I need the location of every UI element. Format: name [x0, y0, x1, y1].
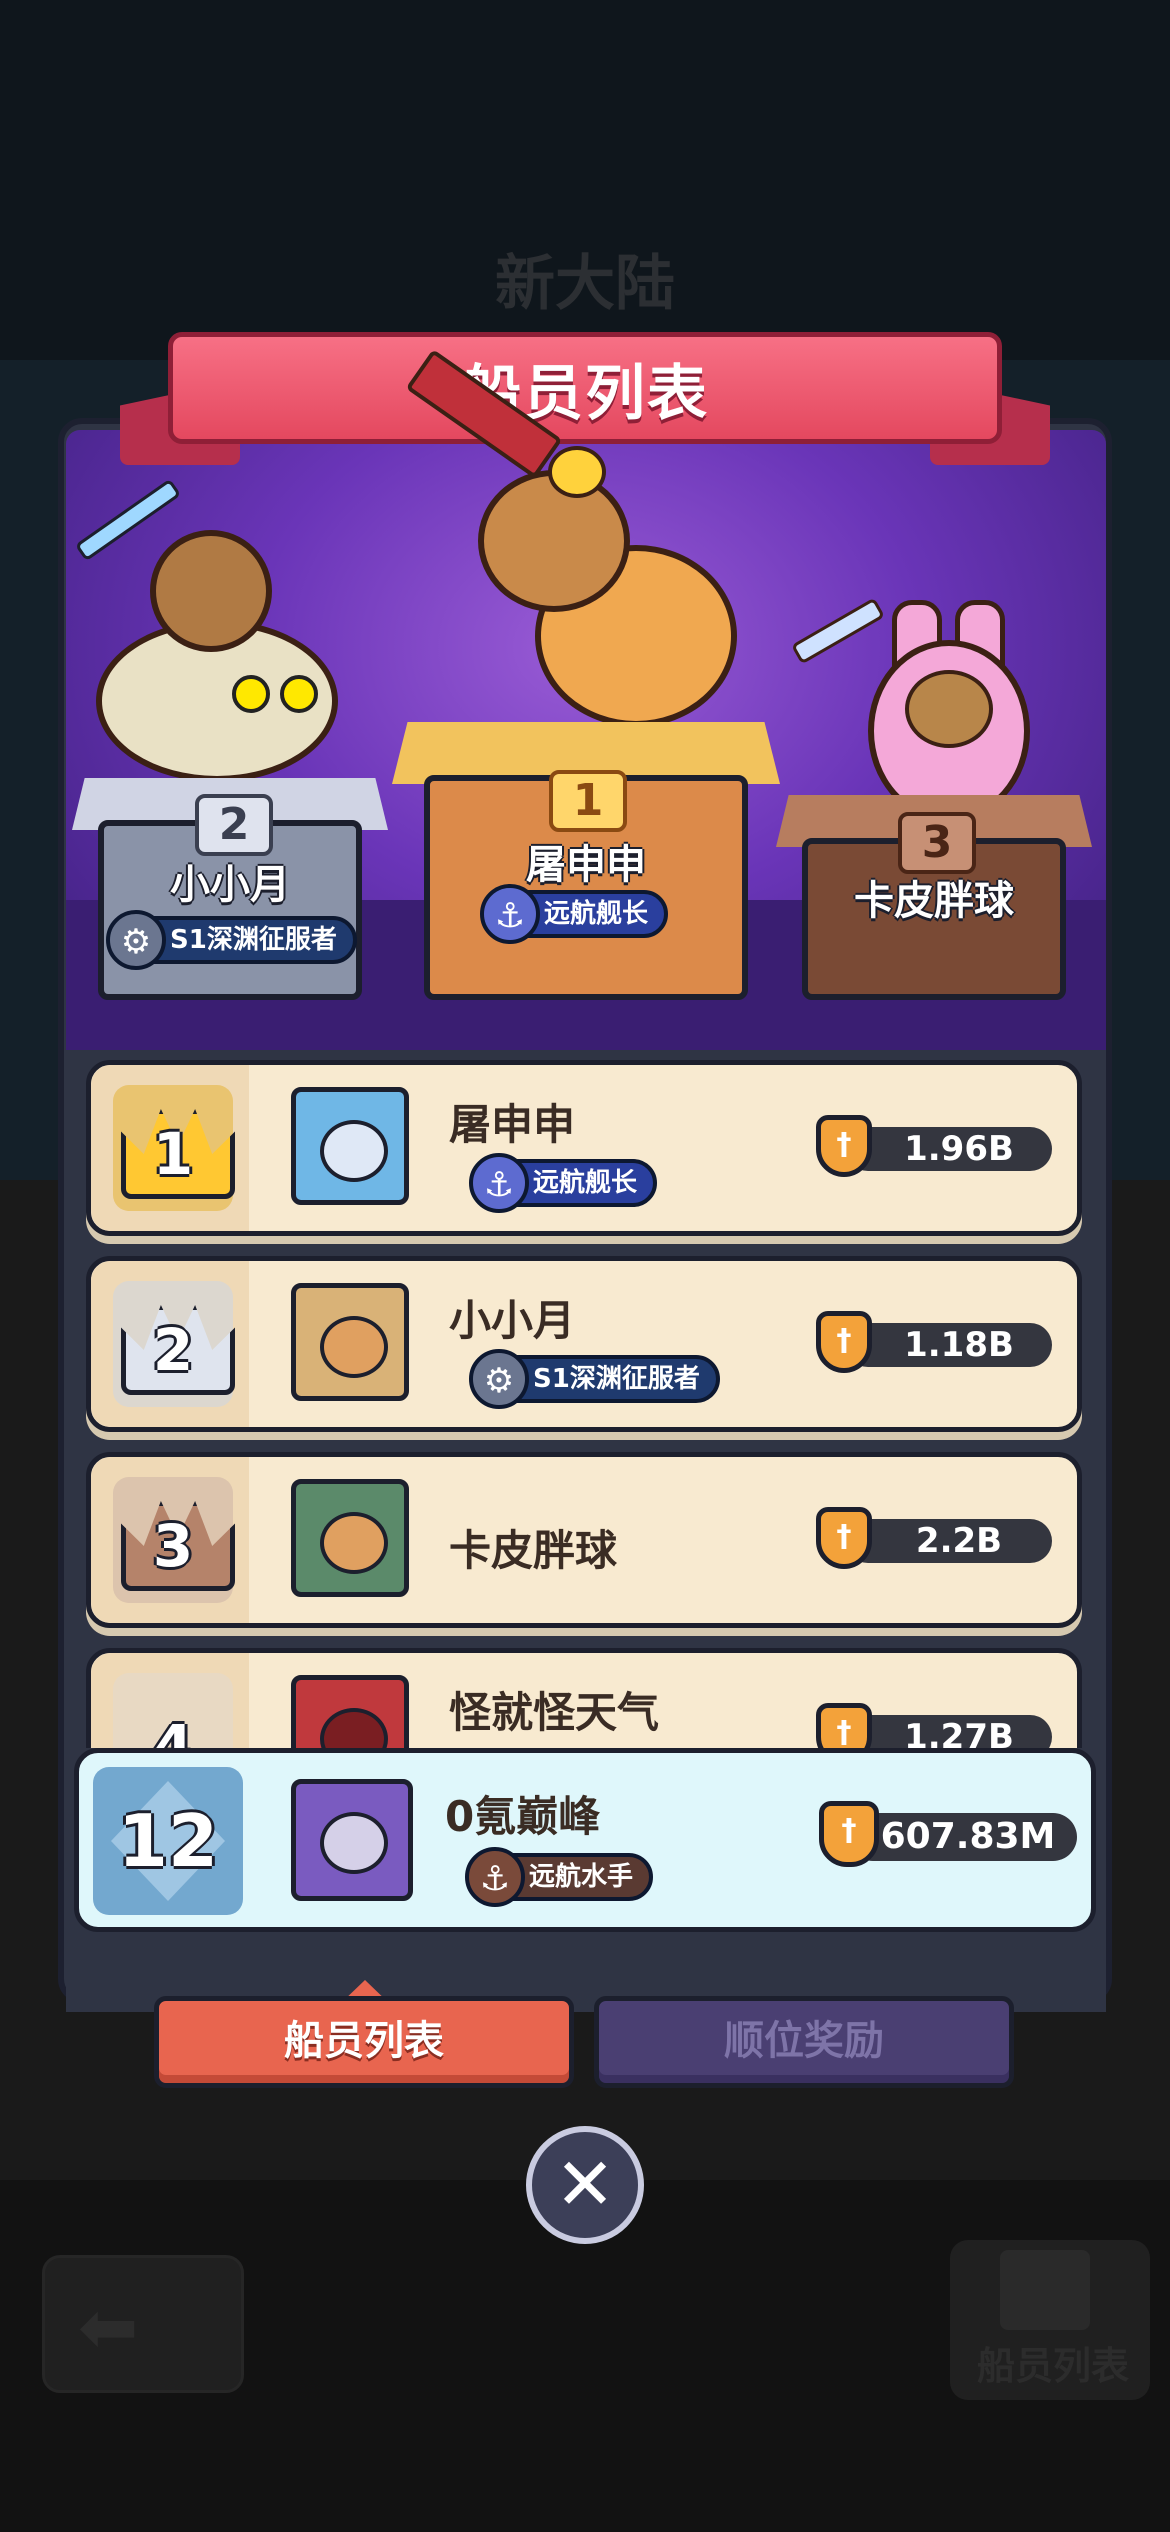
anchor-icon: ⚓ [469, 1153, 529, 1213]
avatar[interactable] [291, 1087, 409, 1205]
player-name: 怪就怪天气 [449, 1688, 660, 1737]
mount-eye [232, 675, 270, 713]
tab-crew-list[interactable]: 船员列表 [154, 1996, 574, 2088]
power-value: 2.2B [915, 1521, 1003, 1561]
sword-shield-icon: † [816, 1507, 872, 1569]
self-title: 远航水手 [529, 1862, 634, 1892]
rank-badge: 4 [113, 1673, 233, 1748]
rank-badge: 3 [113, 1477, 235, 1603]
avatar[interactable] [291, 1479, 409, 1597]
rank-number: 3 [152, 1512, 194, 1580]
background-back-button [42, 2255, 244, 2393]
avatar-face [320, 1316, 388, 1378]
table-row[interactable]: 1 屠申申 ⚓ 远航舰长 1.96B † [86, 1060, 1082, 1236]
player-title-badge: ⚙ S1深渊征服者 [469, 1349, 720, 1409]
rank-badge: 2 [113, 1281, 235, 1407]
podium-rank-1: 1 [549, 770, 627, 832]
avatar-face [320, 1812, 388, 1874]
chick-companion [548, 446, 606, 498]
podium-rank-2: 2 [195, 794, 273, 856]
abyss-emblem-icon: ⚙ [106, 910, 166, 970]
close-icon: ✕ [554, 2142, 616, 2226]
power-value: 1.96B [904, 1129, 1014, 1169]
power-display: 2.2B † [816, 1507, 1056, 1569]
podium-title-2: S1深渊征服者 [170, 925, 337, 955]
avatar-face [320, 1708, 388, 1748]
capybara-rider-2 [150, 530, 272, 652]
self-rank-number: 12 [117, 1799, 219, 1883]
rank-badge: 1 [113, 1085, 235, 1211]
tab-rank-rewards[interactable]: 顺位奖励 [594, 1996, 1014, 2088]
player-title-badge: ⚓ 远航舰长 [469, 1153, 658, 1213]
player-name: 小小月 [449, 1296, 576, 1345]
avatar[interactable] [291, 1675, 409, 1748]
rank-number: 2 [152, 1316, 194, 1384]
self-name: 0氪巅峰 [445, 1792, 601, 1841]
power-value: 1.27B [904, 1717, 1014, 1748]
avatar-face [320, 1512, 388, 1574]
anchor-icon: ⚓ [465, 1847, 525, 1907]
power-display: 1.18B † [816, 1311, 1056, 1373]
mount-eye [280, 675, 318, 713]
capybara-rider-1 [478, 470, 630, 612]
power-value: 1.18B [904, 1325, 1014, 1365]
sword-shield-icon: † [816, 1115, 872, 1177]
podium-title-1: 远航舰长 [544, 899, 649, 929]
power-display: 1.96B † [816, 1115, 1056, 1177]
back-arrow-icon: ⬅ [78, 2285, 139, 2369]
crew-book-icon [1000, 2250, 1090, 2330]
rank-number: 1 [152, 1120, 194, 1188]
self-power-display: 607.83M † [819, 1801, 1081, 1867]
player-title: S1深渊征服者 [533, 1364, 700, 1394]
anchor-icon: ⚓ [480, 884, 540, 944]
podium-name-3[interactable]: 卡皮胖球 [802, 868, 1066, 926]
leaderboard-list[interactable]: 1 屠申申 ⚓ 远航舰长 1.96B † 2 小小月 ⚙ S1深渊征服者 1.1… [66, 1048, 1106, 1748]
avatar[interactable] [291, 1283, 409, 1401]
self-rank-row[interactable]: 12 0氪巅峰 ⚓ 远航水手 607.83M † [74, 1748, 1096, 1932]
tab-rank-rewards-label: 顺位奖励 [724, 2018, 884, 2064]
podium-name-1[interactable]: 屠申申 [424, 832, 748, 890]
table-row[interactable]: 2 小小月 ⚙ S1深渊征服者 1.18B † [86, 1256, 1082, 1432]
podium-name-2[interactable]: 小小月 [98, 852, 362, 910]
player-title: 远航舰长 [533, 1168, 638, 1198]
podium-title-badge-2: ⚙ S1深渊征服者 [106, 910, 357, 970]
table-row[interactable]: 3 卡皮胖球 2.2B † [86, 1452, 1082, 1628]
abyss-emblem-icon: ⚙ [469, 1349, 529, 1409]
background-crew-label: 船员列表 [976, 2344, 1129, 2388]
panel-title: 船员列表 [461, 359, 709, 429]
tab-crew-list-label: 船员列表 [284, 2018, 444, 2064]
power-display: 1.27B † [816, 1703, 1056, 1748]
sword-shield-icon: † [819, 1801, 879, 1867]
podium-rank-3: 3 [898, 812, 976, 874]
power-value: 607.83M [880, 1816, 1056, 1857]
close-button[interactable]: ✕ [526, 2126, 644, 2244]
sword-shield-icon: † [816, 1703, 872, 1748]
avatar-face [320, 1120, 388, 1182]
rank-number: 4 [152, 1712, 194, 1748]
avatar[interactable] [291, 1779, 413, 1901]
player-name: 屠申申 [449, 1100, 576, 1149]
background-title: 新大陆 [495, 249, 675, 319]
table-row[interactable]: 4 怪就怪天气 1.27B † [86, 1648, 1082, 1748]
sword-shield-icon: † [816, 1311, 872, 1373]
player-name: 卡皮胖球 [449, 1526, 618, 1575]
podium-title-badge-1: ⚓ 远航舰长 [480, 884, 669, 944]
self-title-badge: ⚓ 远航水手 [465, 1847, 654, 1907]
capybara-face [905, 670, 993, 748]
